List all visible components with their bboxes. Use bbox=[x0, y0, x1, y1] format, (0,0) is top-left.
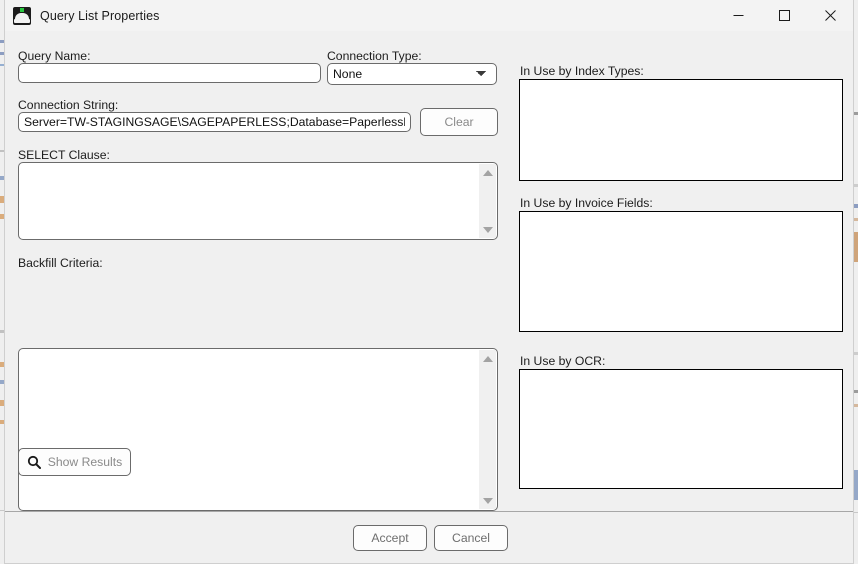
dialog-body: Query Name: Connection Type: None Connec… bbox=[5, 31, 853, 511]
show-results-label: Show Results bbox=[47, 455, 123, 469]
select-clause-scrollbar[interactable] bbox=[478, 164, 496, 238]
cancel-button-label: Cancel bbox=[452, 531, 490, 545]
select-clause-label: SELECT Clause: bbox=[18, 148, 110, 162]
show-results-button[interactable]: Show Results bbox=[18, 448, 131, 476]
backfill-criteria-scrollbar[interactable] bbox=[478, 350, 496, 509]
scroll-down-icon[interactable] bbox=[479, 221, 496, 238]
connection-type-select[interactable]: None bbox=[327, 63, 497, 85]
magnifier-icon bbox=[27, 455, 41, 469]
window-controls bbox=[715, 0, 853, 31]
sage-paperless-icon bbox=[13, 6, 31, 25]
connection-string-input[interactable] bbox=[18, 112, 411, 132]
close-icon[interactable] bbox=[807, 0, 853, 31]
in-use-invoice-fields-label: In Use by Invoice Fields: bbox=[520, 196, 653, 210]
scroll-up-icon[interactable] bbox=[479, 350, 496, 367]
clear-button[interactable]: Clear bbox=[420, 108, 498, 136]
window-title: Query List Properties bbox=[40, 8, 160, 23]
in-use-index-types-label: In Use by Index Types: bbox=[520, 64, 644, 78]
dialog-footer: Accept Cancel bbox=[5, 511, 853, 563]
connection-type-label: Connection Type: bbox=[327, 49, 422, 63]
query-name-input[interactable] bbox=[18, 63, 321, 83]
cancel-button[interactable]: Cancel bbox=[434, 525, 508, 551]
minimize-icon[interactable] bbox=[715, 0, 761, 31]
select-clause-textarea[interactable] bbox=[18, 162, 498, 240]
title-bar[interactable]: Query List Properties bbox=[5, 0, 853, 31]
select-clause-value bbox=[19, 163, 479, 239]
accept-button-label: Accept bbox=[371, 531, 409, 545]
clear-button-label: Clear bbox=[444, 115, 474, 129]
backfill-criteria-value bbox=[19, 349, 479, 510]
query-name-label: Query Name: bbox=[18, 49, 91, 63]
in-use-ocr-listbox[interactable] bbox=[519, 369, 843, 489]
in-use-index-types-listbox[interactable] bbox=[519, 79, 843, 181]
in-use-ocr-label: In Use by OCR: bbox=[520, 354, 606, 368]
backfill-criteria-textarea[interactable] bbox=[18, 348, 498, 511]
accept-button[interactable]: Accept bbox=[353, 525, 427, 551]
query-list-properties-dialog: Query List Properties Query Name: Connec… bbox=[4, 0, 854, 564]
backfill-criteria-label: Backfill Criteria: bbox=[18, 256, 103, 270]
scroll-up-icon[interactable] bbox=[479, 164, 496, 181]
in-use-invoice-fields-listbox[interactable] bbox=[519, 211, 843, 332]
maximize-icon[interactable] bbox=[761, 0, 807, 31]
scroll-down-icon[interactable] bbox=[479, 492, 496, 509]
connection-string-label: Connection String: bbox=[18, 98, 119, 112]
